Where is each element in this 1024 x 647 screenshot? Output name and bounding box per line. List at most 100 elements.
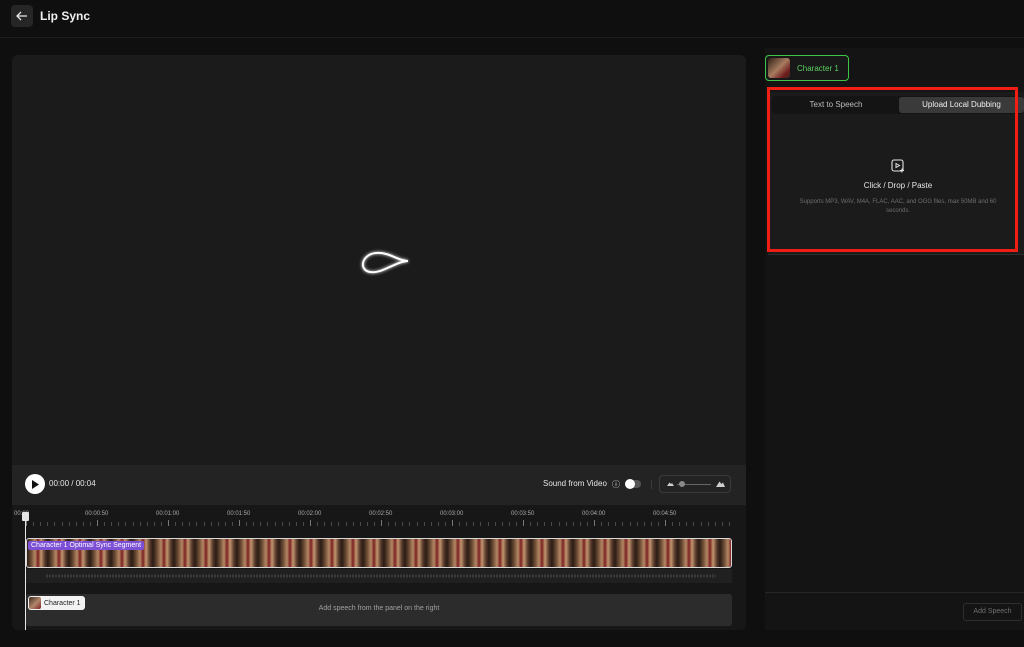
timeline-tick bbox=[359, 522, 361, 526]
timeline-tick-label: 00:04:00 bbox=[582, 511, 606, 517]
timeline-tick bbox=[437, 522, 439, 526]
tab-text-to-speech[interactable]: Text to Speech bbox=[774, 97, 898, 113]
timeline-tick bbox=[636, 522, 638, 526]
playhead-line bbox=[25, 512, 26, 630]
timeline-tick bbox=[54, 522, 56, 526]
timeline-tick bbox=[515, 522, 517, 526]
back-button[interactable] bbox=[11, 5, 33, 27]
speech-track[interactable]: Character 1 Add speech from the panel on… bbox=[26, 594, 732, 626]
timeline-tick bbox=[260, 522, 262, 526]
timeline-tick bbox=[82, 522, 84, 526]
timeline-tick bbox=[530, 522, 532, 526]
timeline-tick-label: 00:03:00 bbox=[440, 511, 464, 517]
timeline-tick bbox=[224, 522, 226, 526]
timeline-tick bbox=[679, 522, 681, 526]
timeline-tick bbox=[409, 522, 411, 526]
mountain-large-icon[interactable] bbox=[716, 480, 725, 487]
timeline-tick-label: 00:01:00 bbox=[156, 511, 180, 517]
play-button[interactable] bbox=[25, 474, 45, 494]
video-preview bbox=[12, 55, 746, 465]
timeline-tick bbox=[452, 520, 453, 526]
timeline-tick bbox=[672, 522, 674, 526]
timeline-tick bbox=[508, 522, 510, 526]
speech-hint: Add speech from the panel on the right bbox=[318, 605, 440, 612]
timeline-tick bbox=[459, 522, 461, 526]
timeline-tick-label: 00:04:50 bbox=[653, 511, 677, 517]
timeline-tick bbox=[501, 522, 503, 526]
timeline-tick bbox=[707, 522, 709, 526]
timeline-tick bbox=[210, 522, 212, 526]
timeline-tick bbox=[61, 522, 63, 526]
timeline-tick bbox=[345, 522, 347, 526]
tab-upload-local-dubbing[interactable]: Upload Local Dubbing bbox=[899, 97, 1024, 113]
timeline-tick bbox=[132, 522, 134, 526]
timeline-tick bbox=[253, 522, 255, 526]
timeline-tick bbox=[40, 522, 42, 526]
info-icon[interactable]: ⓘ bbox=[612, 479, 620, 490]
character-tab-label: Character 1 bbox=[797, 63, 839, 73]
timeline-tick bbox=[366, 522, 368, 526]
video-add-icon bbox=[891, 159, 904, 173]
timeline-tick bbox=[558, 522, 560, 526]
timeline-tick bbox=[373, 522, 375, 526]
timeline-tick bbox=[537, 522, 539, 526]
timeline-tick bbox=[317, 522, 319, 526]
timeline-tick bbox=[693, 522, 695, 526]
timeline-tick bbox=[274, 522, 276, 526]
toggle-knob bbox=[625, 479, 635, 489]
video-editor-panel: 00:00 / 00:04 Sound from Video ⓘ 00:0000… bbox=[12, 55, 746, 630]
timeline-tick bbox=[388, 522, 390, 526]
timeline-tick bbox=[629, 522, 631, 526]
divider bbox=[765, 592, 1024, 593]
playhead-handle[interactable] bbox=[22, 512, 29, 521]
timeline-tick bbox=[700, 522, 702, 526]
waveform bbox=[46, 574, 716, 578]
character-tab[interactable]: Character 1 bbox=[765, 55, 849, 81]
timeline-tick bbox=[657, 522, 659, 526]
timeline-tick bbox=[572, 522, 574, 526]
timeline-tick bbox=[473, 522, 475, 526]
timeline-tick-label: 00:01:50 bbox=[227, 511, 251, 517]
timeline-tick bbox=[189, 522, 191, 526]
sound-from-video-label: Sound from Video bbox=[543, 479, 607, 488]
upload-dropzone[interactable]: Click / Drop / Paste Supports MP3, WAV, … bbox=[772, 121, 1024, 249]
play-icon bbox=[32, 479, 39, 489]
top-bar: Lip Sync bbox=[0, 0, 1024, 38]
timeline-tick bbox=[139, 522, 141, 526]
timeline-tick bbox=[175, 522, 177, 526]
timeline-tick bbox=[331, 522, 333, 526]
timeline-tick bbox=[146, 522, 148, 526]
mountain-small-icon[interactable] bbox=[667, 481, 674, 486]
zoom-slider-handle[interactable] bbox=[679, 481, 685, 487]
timeline-tick bbox=[608, 522, 610, 526]
dubbing-tabs: Text to Speech Upload Local Dubbing bbox=[772, 96, 1024, 114]
timeline-tick bbox=[444, 522, 446, 526]
upload-hint-continued: seconds. bbox=[885, 208, 910, 214]
timeline-tick bbox=[579, 522, 581, 526]
timeline-tick bbox=[352, 522, 354, 526]
timeline-tick bbox=[118, 522, 120, 526]
player-controls: 00:00 / 00:04 Sound from Video ⓘ bbox=[12, 465, 746, 505]
timeline-tick bbox=[430, 522, 432, 526]
timeline-ruler[interactable]: 00:0000:00:5000:01:0000:01:5000:02:0000:… bbox=[12, 505, 746, 531]
timeline-tick bbox=[728, 522, 730, 526]
timeline-tick bbox=[246, 522, 248, 526]
timeline-tick bbox=[416, 522, 418, 526]
timeline-tick bbox=[97, 520, 98, 526]
timeline-tick bbox=[231, 522, 233, 526]
timeline-tick bbox=[89, 522, 91, 526]
upload-hint: Supports MP3, WAV, M4A, FLAC, AAC, and O… bbox=[799, 199, 997, 205]
sound-toggle[interactable] bbox=[625, 479, 641, 489]
timeline-tick bbox=[203, 522, 205, 526]
timeline-tick bbox=[182, 522, 184, 526]
timeline-tick-label: 00:02:00 bbox=[298, 511, 322, 517]
timeline-tick bbox=[615, 522, 617, 526]
timeline-tick bbox=[622, 522, 624, 526]
timeline-tick bbox=[480, 522, 482, 526]
timeline-tick bbox=[281, 522, 283, 526]
timeline-tick bbox=[310, 520, 311, 526]
timeline-tick bbox=[544, 522, 546, 526]
timeline-tick-label: 00:02:50 bbox=[369, 511, 393, 517]
add-speech-button[interactable]: Add Speech bbox=[963, 603, 1022, 621]
sync-segment-label[interactable]: Character 1 Optimal Sync Segment bbox=[28, 541, 145, 550]
